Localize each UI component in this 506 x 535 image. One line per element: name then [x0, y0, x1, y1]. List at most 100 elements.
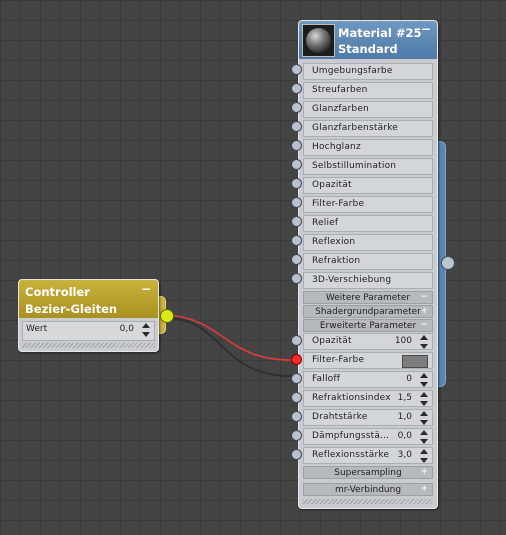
param-label: Opazität	[312, 336, 352, 346]
spinner-icon[interactable]	[420, 411, 428, 425]
map-slot-label: Filter-Farbe	[312, 199, 365, 209]
param-value[interactable]: 100	[395, 336, 412, 346]
controller-output-socket[interactable]	[160, 309, 174, 323]
controller-param-label: Wert	[26, 324, 48, 334]
param-daempfungsstaerke[interactable]: Dämpfungsstä... 0,0	[303, 428, 433, 445]
param-refraktionsindex[interactable]: Refraktionsindex 1,5	[303, 390, 433, 407]
expand-icon[interactable]: +	[420, 467, 428, 477]
material-collapse-button[interactable]: −	[421, 22, 431, 36]
param-value[interactable]: 1,0	[398, 412, 412, 422]
input-socket[interactable]	[291, 140, 302, 151]
rollout-supersampling[interactable]: Supersampling +	[303, 466, 433, 479]
map-slot-label: Glanzfarben	[312, 104, 369, 114]
map-slot-glanzfarbenstaerke[interactable]: Glanzfarbenstärke	[303, 120, 433, 137]
map-slot-filter-farbe[interactable]: Filter-Farbe	[303, 196, 433, 213]
input-socket[interactable]	[291, 102, 302, 113]
input-socket[interactable]	[291, 197, 302, 208]
param-drahtstaerke[interactable]: Drahtstärke 1,0	[303, 409, 433, 426]
rollout-label: Shadergrundparameter	[315, 307, 421, 317]
rollout-weitere-parameter[interactable]: Weitere Parameter −	[303, 291, 433, 304]
input-socket[interactable]	[291, 373, 302, 384]
param-value[interactable]: 1,5	[398, 393, 412, 403]
param-label: Reflexionsstärke	[312, 450, 390, 460]
map-slot-opazitaet[interactable]: Opazität	[303, 177, 433, 194]
param-falloff[interactable]: Falloff 0	[303, 371, 433, 388]
spinner-icon[interactable]	[420, 430, 428, 444]
input-socket[interactable]	[291, 254, 302, 265]
map-slot-label: Glanzfarbenstärke	[312, 123, 399, 133]
param-value[interactable]: 0,0	[398, 431, 412, 441]
input-socket[interactable]	[291, 178, 302, 189]
controller-title-line2: Bezier-Gleiten	[25, 302, 118, 316]
rollout-label: Erweiterte Parameter	[319, 321, 417, 331]
map-slot-refraktion[interactable]: Refraktion	[303, 253, 433, 270]
map-slot-label: Relief	[312, 218, 339, 228]
input-socket-connected[interactable]	[291, 354, 302, 365]
map-slot-label: Reflexion	[312, 237, 356, 247]
controller-node[interactable]: Controller Bezier-Gleiten − Wert 0,0	[18, 279, 159, 352]
param-opazitaet[interactable]: Opazität 100	[303, 333, 433, 350]
input-socket[interactable]	[291, 121, 302, 132]
expand-icon[interactable]: +	[420, 306, 428, 316]
material-header[interactable]: Material #25 Standard −	[299, 21, 437, 59]
material-output-socket[interactable]	[441, 256, 455, 270]
map-slot-3d-verschiebung[interactable]: 3D-Verschiebung	[303, 272, 433, 289]
input-socket[interactable]	[291, 83, 302, 94]
material-node[interactable]: Material #25 Standard − Umgebungsfarbe S…	[298, 20, 438, 509]
material-title: Material #25 Standard	[338, 25, 421, 57]
controller-title: Controller Bezier-Gleiten	[25, 284, 117, 318]
color-swatch[interactable]	[402, 355, 428, 368]
param-label: Dämpfungsstä...	[312, 431, 390, 441]
material-resize-grip[interactable]	[303, 499, 433, 504]
spinner-icon[interactable]	[420, 449, 428, 463]
controller-param-wert[interactable]: Wert 0,0	[22, 321, 155, 341]
input-socket[interactable]	[291, 216, 302, 227]
rollout-label: Weitere Parameter	[325, 293, 411, 303]
param-label: Filter-Farbe	[312, 355, 365, 365]
expand-icon[interactable]: +	[420, 484, 428, 494]
rollout-mr-verbindung[interactable]: mr-Verbindung +	[303, 483, 433, 496]
input-socket[interactable]	[291, 449, 302, 460]
collapse-icon[interactable]: −	[420, 320, 428, 330]
spinner-icon[interactable]	[420, 335, 428, 349]
map-slot-label: Hochglanz	[312, 142, 361, 152]
param-value[interactable]: 3,0	[398, 450, 412, 460]
map-slot-reflexion[interactable]: Reflexion	[303, 234, 433, 251]
rollout-label: mr-Verbindung	[334, 485, 402, 495]
controller-header[interactable]: Controller Bezier-Gleiten −	[19, 280, 158, 318]
map-slot-relief[interactable]: Relief	[303, 215, 433, 232]
collapse-icon[interactable]: −	[420, 292, 428, 302]
map-slot-label: Selbstillumination	[312, 161, 397, 171]
input-socket[interactable]	[291, 235, 302, 246]
param-label: Drahtstärke	[312, 412, 368, 422]
input-socket[interactable]	[291, 335, 302, 346]
material-title-line2: Standard	[338, 42, 398, 56]
material-preview-sphere	[302, 24, 335, 57]
controller-param-value[interactable]: 0,0	[120, 324, 134, 334]
input-socket[interactable]	[291, 159, 302, 170]
spinner-icon[interactable]	[142, 323, 150, 337]
map-slot-umgebungsfarbe[interactable]: Umgebungsfarbe	[303, 63, 433, 80]
param-filter-farbe[interactable]: Filter-Farbe	[303, 352, 433, 369]
map-slot-label: Opazität	[312, 180, 352, 190]
map-slot-streufarben[interactable]: Streufarben	[303, 82, 433, 99]
rollout-shadergrundparameter[interactable]: Shadergrundparameter +	[303, 305, 433, 318]
input-socket[interactable]	[291, 64, 302, 75]
input-socket[interactable]	[291, 430, 302, 441]
controller-title-line1: Controller	[25, 285, 90, 299]
param-reflexionsstaerke[interactable]: Reflexionsstärke 3,0	[303, 447, 433, 464]
rollout-erweiterte-parameter[interactable]: Erweiterte Parameter −	[303, 319, 433, 332]
wire-controller-to-filter-farbe[interactable]	[165, 314, 297, 361]
input-socket[interactable]	[291, 392, 302, 403]
controller-collapse-button[interactable]: −	[141, 282, 151, 296]
controller-resize-grip[interactable]	[22, 343, 155, 348]
param-value[interactable]: 0	[406, 374, 412, 384]
map-slot-selbstillumination[interactable]: Selbstillumination	[303, 158, 433, 175]
map-slot-label: 3D-Verschiebung	[312, 275, 392, 285]
spinner-icon[interactable]	[420, 392, 428, 406]
input-socket[interactable]	[291, 273, 302, 284]
map-slot-hochglanz[interactable]: Hochglanz	[303, 139, 433, 156]
map-slot-glanzfarben[interactable]: Glanzfarben	[303, 101, 433, 118]
input-socket[interactable]	[291, 411, 302, 422]
spinner-icon[interactable]	[420, 373, 428, 387]
